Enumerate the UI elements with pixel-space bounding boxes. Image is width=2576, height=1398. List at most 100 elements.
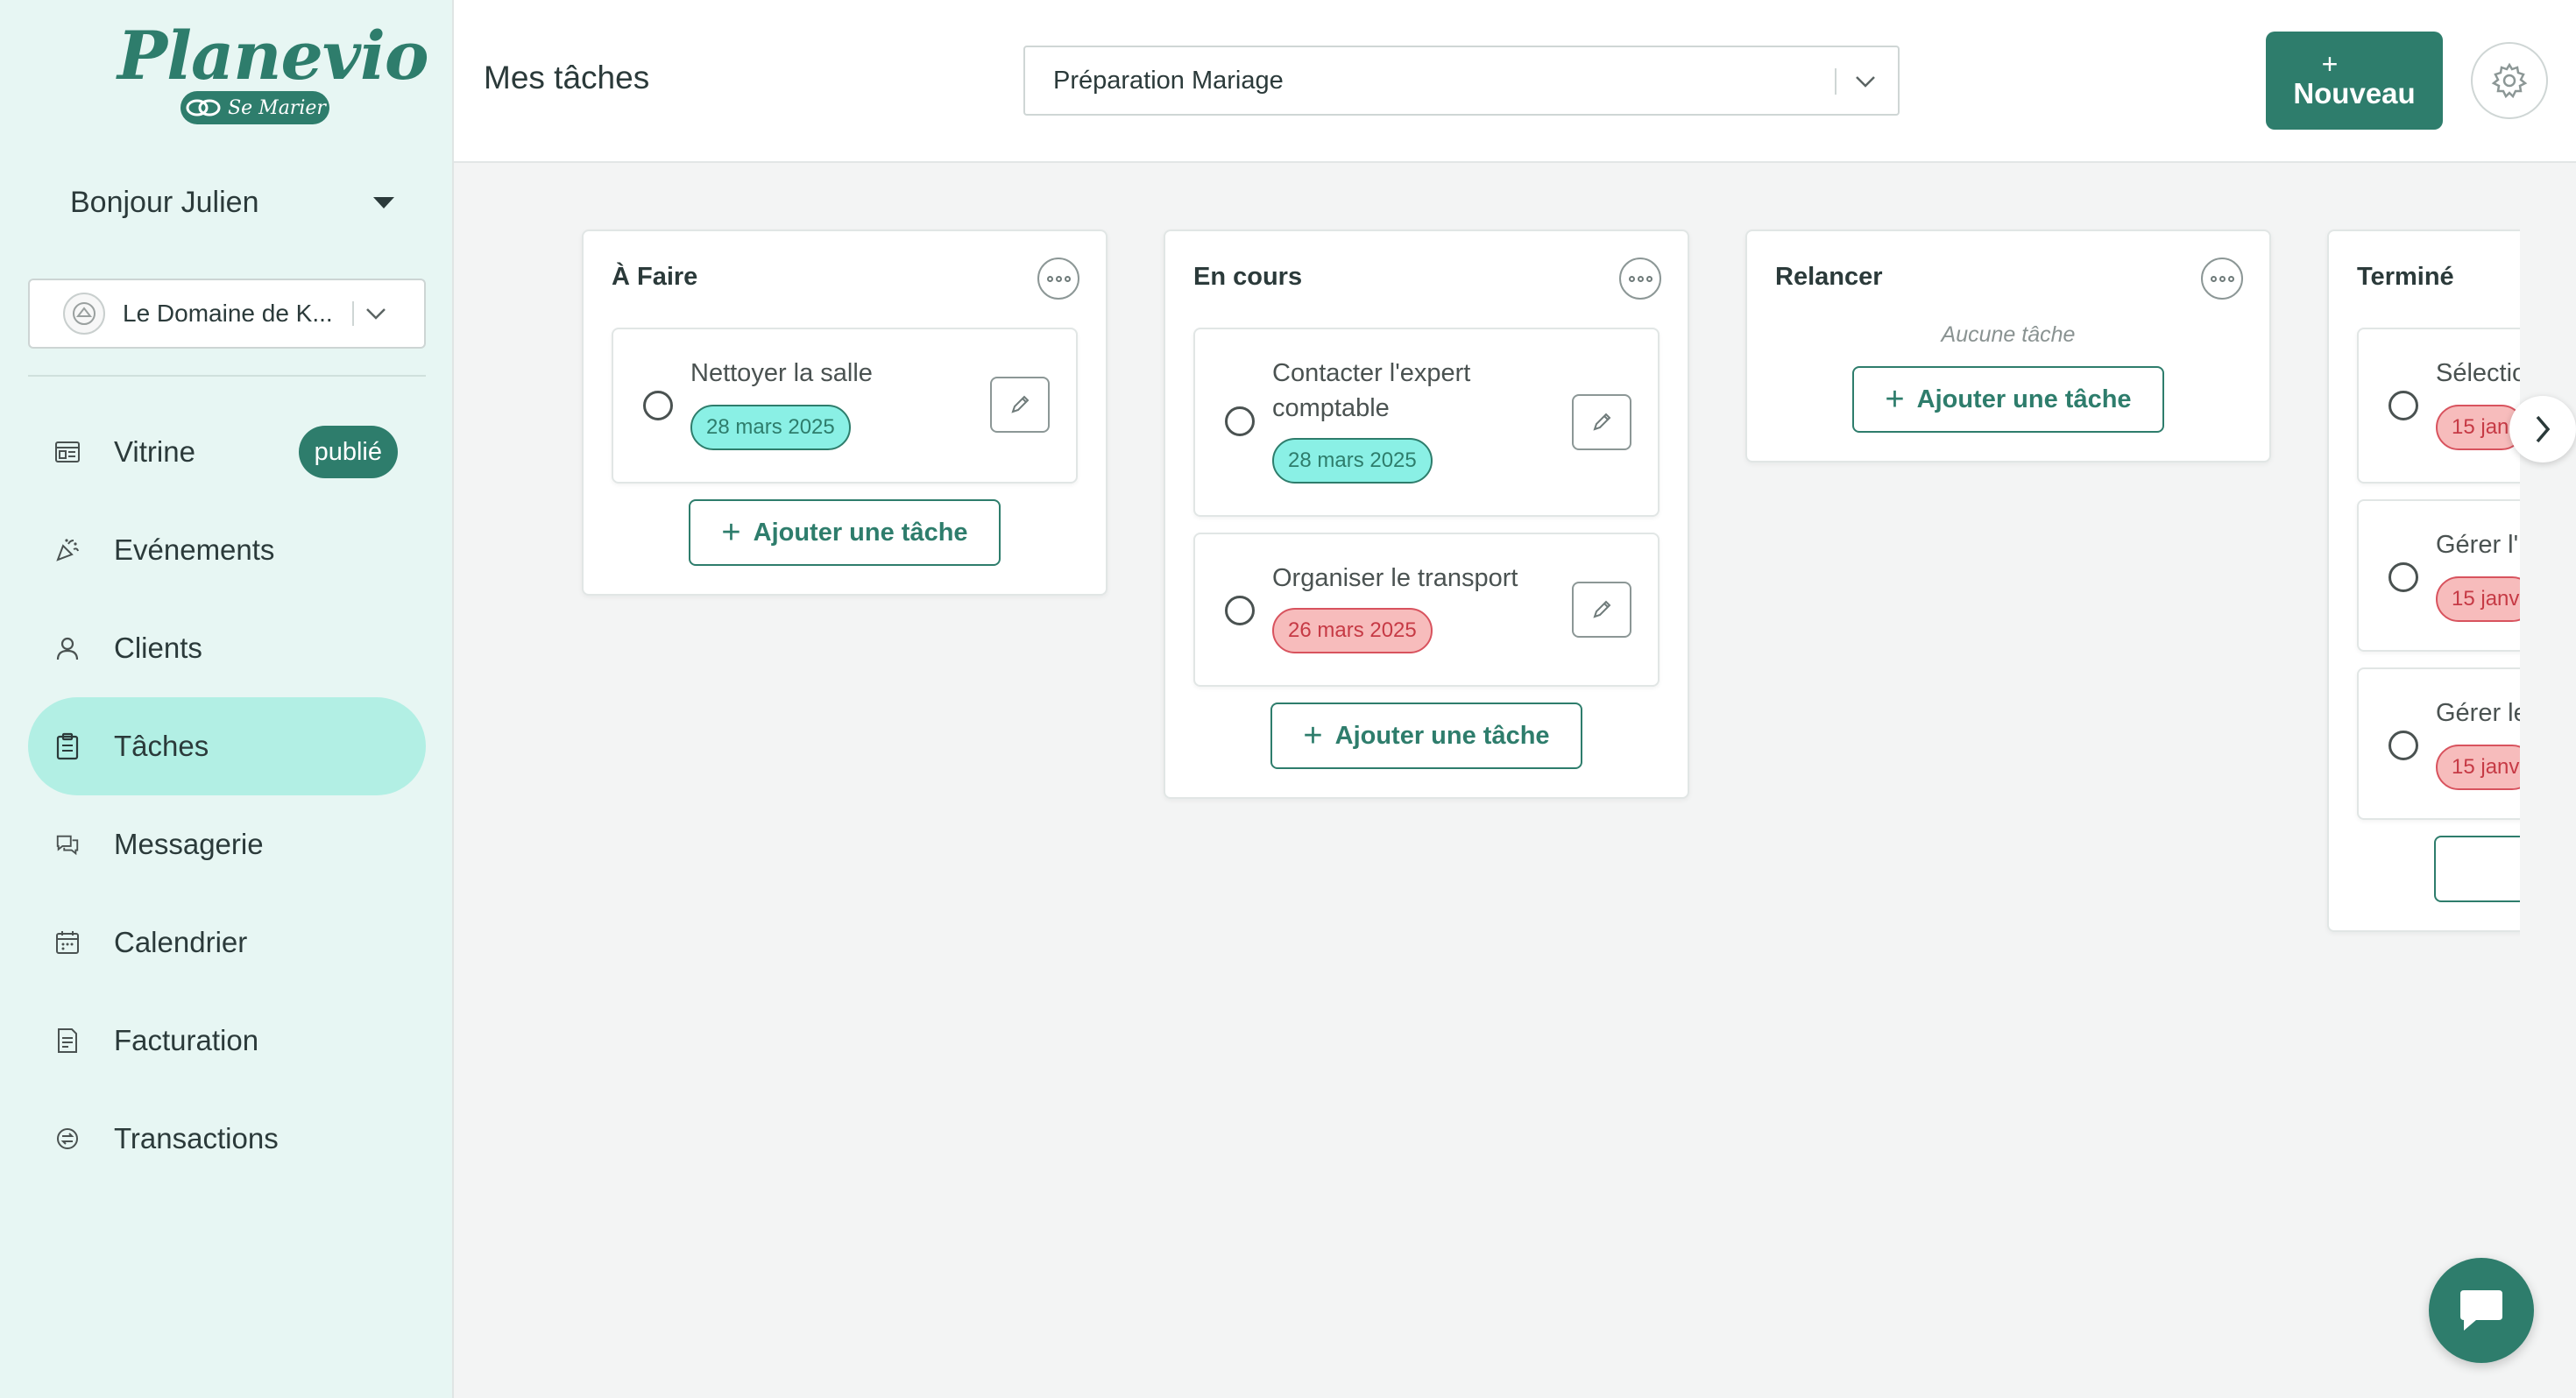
task-checkbox[interactable] (2388, 731, 2418, 760)
sidebar-item-label: Vitrine (114, 435, 195, 468)
sidebar-nav: Vitrine publié Evénements Clients Tâches (28, 403, 426, 1188)
more-options-icon[interactable] (1037, 258, 1079, 300)
rings-icon (186, 99, 221, 116)
chat-button[interactable] (2429, 1258, 2534, 1363)
sidebar-item-clients[interactable]: Clients (28, 599, 426, 697)
due-date-badge: 28 mars 2025 (1272, 438, 1433, 484)
venue-selector[interactable]: Le Domaine de K... (28, 279, 426, 349)
column-title: À Faire (612, 263, 698, 291)
chevron-down-icon (365, 308, 386, 320)
more-options-icon[interactable] (2201, 258, 2243, 300)
column-relancer: Relancer Aucune tâche + Ajouter une tâch… (1745, 229, 2271, 462)
column-title: Relancer (1775, 263, 1883, 291)
add-task-button[interactable]: + Ajouter une tâche (1852, 366, 2164, 433)
sidebar-item-label: Transactions (114, 1122, 279, 1154)
task-title: Nettoyer la salle (690, 359, 873, 387)
task-card[interactable]: Gérer l' 15 janv (2357, 499, 2520, 652)
due-date-badge: 15 janv (2436, 745, 2520, 790)
user-menu[interactable]: Bonjour Julien (70, 180, 403, 224)
column-header: Relancer (1747, 231, 2269, 328)
column-header: À Faire (584, 231, 1106, 328)
new-button-label: Nouveau (2293, 77, 2416, 109)
sidebar-divider (28, 375, 426, 377)
sidebar-item-calendrier[interactable]: Calendrier (28, 893, 426, 992)
add-task-button[interactable]: + Ajouter une tâche (689, 499, 1001, 566)
task-title: Sélectio (2436, 359, 2520, 387)
more-options-icon[interactable] (1619, 258, 1661, 300)
sidebar: Planevio Se Marier Bonjour Julien Le Dom… (0, 0, 454, 1398)
task-card[interactable]: Nettoyer la salle 28 mars 2025 (612, 328, 1078, 484)
task-checkbox[interactable] (1225, 596, 1255, 625)
logo-wordmark: Planevio (117, 17, 429, 95)
add-task-button[interactable]: + Ajouter une tâche (1270, 703, 1582, 769)
user-icon (54, 635, 81, 661)
party-popper-icon (54, 537, 81, 563)
top-bar: Mes tâches Préparation Mariage + Nouveau (454, 0, 2576, 163)
board-select[interactable]: Préparation Mariage (1023, 46, 1900, 116)
sidebar-item-vitrine[interactable]: Vitrine publié (28, 403, 426, 501)
task-checkbox[interactable] (643, 391, 673, 420)
storefront-icon (54, 439, 81, 465)
exchange-icon (54, 1126, 81, 1152)
settings-button[interactable] (2471, 42, 2548, 119)
sidebar-item-facturation[interactable]: Facturation (28, 992, 426, 1090)
chevron-right-icon (2536, 415, 2551, 443)
sidebar-item-label: Facturation (114, 1024, 259, 1056)
task-title: Contacter l'expert comptable (1272, 359, 1471, 422)
task-card[interactable]: Gérer le 15 janv (2357, 667, 2520, 820)
task-checkbox[interactable] (1225, 406, 1255, 436)
column-header: En cours (1165, 231, 1688, 328)
sidebar-item-label: Clients (114, 632, 202, 664)
task-title: Organiser le transport (1272, 564, 1518, 592)
pencil-icon (1593, 413, 1611, 431)
column-en-cours: En cours Contacter l'expert comptable 28… (1164, 229, 1689, 799)
plus-icon: + (1885, 381, 1905, 418)
add-task-button[interactable]: + A (2434, 836, 2520, 902)
task-checkbox[interactable] (2388, 391, 2418, 420)
scroll-right-button[interactable] (2509, 396, 2576, 462)
task-card[interactable]: Sélectio 15 jan (2357, 328, 2520, 484)
task-title: Gérer le (2436, 699, 2520, 727)
column-header: Terminé (2329, 231, 2520, 328)
published-badge: publié (298, 426, 398, 478)
venue-avatar-icon (63, 293, 105, 335)
sidebar-item-transactions[interactable]: Transactions (28, 1090, 426, 1188)
empty-column-text: Aucune tâche (1941, 322, 2076, 347)
sidebar-item-label: Tâches (114, 730, 209, 762)
page-title: Mes tâches (484, 60, 650, 95)
pencil-icon (1593, 600, 1611, 618)
plus-icon: + (1303, 717, 1323, 754)
sidebar-item-taches[interactable]: Tâches (28, 697, 426, 795)
pencil-icon (1011, 395, 1030, 413)
task-checkbox[interactable] (2388, 562, 2418, 592)
sidebar-item-messagerie[interactable]: Messagerie (28, 795, 426, 893)
caret-down-icon (373, 196, 394, 208)
new-task-button[interactable]: + Nouveau (2266, 32, 2443, 130)
invoice-icon (54, 1027, 81, 1054)
chat-icon (2460, 1290, 2502, 1331)
logo-subtitle: Se Marier (180, 91, 329, 124)
plus-icon: + (721, 514, 741, 551)
app-logo[interactable]: Planevio Se Marier (117, 17, 429, 128)
edit-task-button[interactable] (1572, 394, 1631, 450)
task-card[interactable]: Contacter l'expert comptable 28 mars 202… (1193, 328, 1660, 517)
add-task-label: Ajouter une tâche (1334, 721, 1550, 750)
venue-name: Le Domaine de K... (123, 300, 333, 327)
select-divider (1835, 68, 1836, 95)
sidebar-item-label: Calendrier (114, 926, 248, 958)
calendar-icon (54, 929, 81, 956)
due-date-badge: 15 jan (2436, 405, 2520, 450)
venue-divider (351, 301, 354, 326)
due-date-badge: 28 mars 2025 (690, 405, 851, 450)
kanban-board: À Faire Nettoyer la salle 28 mars 2025 +… (454, 165, 2520, 1398)
task-card[interactable]: Organiser le transport 26 mars 2025 (1193, 533, 1660, 687)
task-title: Gérer l' (2436, 531, 2519, 559)
sidebar-item-label: Messagerie (114, 828, 264, 860)
edit-task-button[interactable] (1572, 582, 1631, 638)
board-select-value: Préparation Mariage (1053, 66, 1284, 95)
column-title: En cours (1193, 263, 1303, 291)
sidebar-item-evenements[interactable]: Evénements (28, 501, 426, 599)
sidebar-item-label: Evénements (114, 533, 275, 566)
edit-task-button[interactable] (990, 377, 1050, 433)
board-edge (2520, 165, 2576, 1398)
